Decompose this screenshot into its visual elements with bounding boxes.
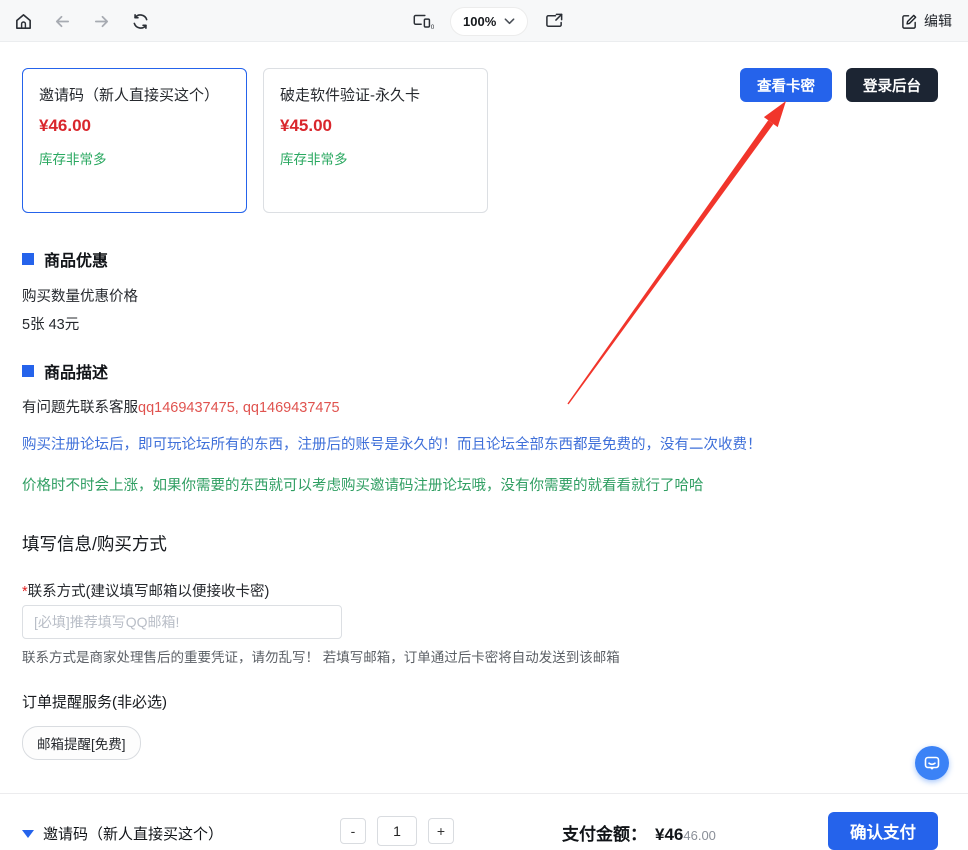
section-bullet-icon — [22, 253, 34, 265]
edit-label: 编辑 — [924, 11, 952, 31]
forward-icon[interactable] — [92, 12, 111, 31]
toolbar: 0 100% 编辑 — [0, 0, 968, 42]
description-service-line: 有问题先联系客服qq1469437475, qq1469437475 — [22, 396, 340, 417]
customer-service-chat-button[interactable] — [915, 746, 949, 780]
description-benefit-line: 购买注册论坛后，即可玩论坛所有的东西，注册后的账号是永久的！而且论坛全部东西都是… — [22, 433, 762, 454]
product-card-software-verify[interactable]: 破走软件验证-永久卡 ¥45.00 库存非常多 — [263, 68, 488, 213]
description-section-title: 商品描述 — [44, 359, 108, 383]
service-qq: qq1469437475, qq1469437475 — [138, 400, 340, 416]
contact-input[interactable] — [22, 605, 342, 639]
home-icon[interactable] — [14, 12, 33, 31]
quantity-increase-button[interactable]: + — [428, 818, 454, 844]
quantity-stepper: - + — [340, 816, 454, 846]
email-reminder-option[interactable]: 邮箱提醒[免费] — [22, 726, 141, 760]
page: 0 100% 编辑 邀请码（新人直接买这个） ¥46.00 库存非常多 破走软件… — [0, 0, 968, 850]
zoom-level: 100% — [463, 14, 496, 29]
section-bullet-icon — [22, 365, 34, 377]
svg-text:0: 0 — [431, 24, 434, 31]
description-section-heading: 商品描述 — [22, 359, 108, 383]
chevron-down-icon — [504, 17, 515, 25]
form-title: 填写信息/购买方式 — [22, 531, 167, 556]
product-card-invite-code[interactable]: 邀请码（新人直接买这个） ¥46.00 库存非常多 — [22, 68, 247, 213]
product-title: 邀请码（新人直接买这个） — [39, 84, 230, 107]
refresh-icon[interactable] — [131, 12, 150, 31]
toolbar-nav-group — [14, 0, 150, 42]
chat-bubble-icon — [923, 754, 941, 772]
selected-product-toggle[interactable]: 邀请码（新人直接买这个） — [22, 823, 223, 844]
top-actions: 查看卡密 登录后台 — [740, 68, 938, 102]
promo-section-title: 商品优惠 — [44, 247, 108, 271]
reminder-title: 订单提醒服务(非必选) — [22, 691, 167, 712]
payment-total: 支付金额： ¥46 46.00 — [562, 820, 716, 845]
view-card-secret-button[interactable]: 查看卡密 — [740, 68, 832, 102]
zoom-control[interactable]: 100% — [450, 7, 528, 36]
quantity-input[interactable] — [377, 816, 417, 846]
admin-login-button[interactable]: 登录后台 — [846, 68, 938, 102]
confirm-pay-button[interactable]: 确认支付 — [828, 812, 938, 850]
contact-helper-text: 联系方式是商家处理售后的重要凭证，请勿乱写！ 若填写邮箱，订单通过后卡密将自动发… — [22, 646, 620, 666]
product-price: ¥45.00 — [280, 116, 471, 136]
triangle-down-icon — [22, 830, 34, 838]
promo-line-1: 购买数量优惠价格 — [22, 285, 138, 306]
selected-product-label: 邀请码（新人直接买这个） — [43, 823, 223, 844]
toolbar-edit-group[interactable]: 编辑 — [901, 0, 952, 42]
payment-amount: ¥46 — [655, 825, 683, 845]
product-price: ¥46.00 — [39, 116, 230, 136]
payment-total-label: 支付金额： — [562, 820, 647, 845]
responsive-devices-icon[interactable]: 0 — [412, 11, 434, 31]
edit-pencil-icon — [901, 13, 918, 30]
payment-amount-detail: 46.00 — [683, 828, 716, 843]
description-price-note-line: 价格时不时会上涨，如果你需要的东西就可以考虑购买邀请码注册论坛哦，没有你需要的就… — [22, 474, 704, 495]
back-icon[interactable] — [53, 12, 72, 31]
toolbar-view-group: 0 100% — [412, 0, 565, 42]
product-card-list: 邀请码（新人直接买这个） ¥46.00 库存非常多 破走软件验证-永久卡 ¥45… — [22, 68, 488, 213]
open-preview-icon[interactable] — [544, 12, 565, 31]
quantity-decrease-button[interactable]: - — [340, 818, 366, 844]
bottom-divider — [0, 793, 968, 794]
promo-section-heading: 商品优惠 — [22, 247, 108, 271]
contact-label: *联系方式(建议填写邮箱以便接收卡密) — [22, 580, 269, 601]
promo-line-2: 5张 43元 — [22, 313, 79, 334]
product-title: 破走软件验证-永久卡 — [280, 84, 471, 107]
service-prefix: 有问题先联系客服 — [22, 400, 138, 416]
product-stock: 库存非常多 — [39, 148, 230, 168]
product-stock: 库存非常多 — [280, 148, 471, 168]
